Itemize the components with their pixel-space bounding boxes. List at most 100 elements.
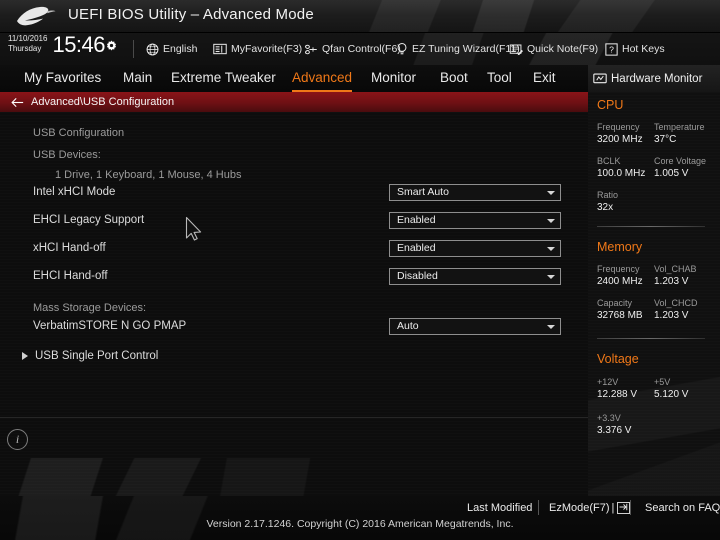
toolbar-label: MyFavorite(F3) [231,43,303,55]
hw-section-voltage: Voltage [597,352,639,366]
toolbar-item-english[interactable]: English [146,33,197,65]
toolbar-label: Qfan Control(F6) [322,43,401,55]
hardware-monitor-header: Hardware Monitor [588,65,720,92]
bios-screen: UEFI BIOS Utility – Advanced Mode 11/10/… [0,0,720,540]
chevron-down-icon [547,324,555,329]
hw-divider [597,226,705,227]
hw-key: +5V [654,377,671,387]
tab-exit[interactable]: Exit [533,65,556,92]
submenu-usb-single-port-control[interactable]: USB Single Port Control [22,350,158,362]
chevron-down-icon [547,218,555,223]
toolbar-item-qfan-control[interactable]: Qfan Control(F6) [303,33,401,65]
favorites-icon [213,43,227,55]
footer-ez-mode-label: EzMode(F7) [549,502,610,514]
toolbar-label: Hot Keys [622,43,665,55]
tab-monitor[interactable]: Monitor [371,65,416,92]
toolbar-item-ez-tuning-wizard[interactable]: EZ Tuning Wizard(F11) [396,33,520,65]
title-bar: UEFI BIOS Utility – Advanced Mode [0,0,720,33]
tab-my-favorites[interactable]: My Favorites [24,65,101,92]
hw-key: Frequency [597,122,640,132]
hw-key: Ratio [597,190,619,200]
hw-value: 12.288 V [597,389,638,400]
app-title: UEFI BIOS Utility – Advanced Mode [68,6,314,23]
hw-value: 1.005 V [654,168,689,179]
dropdown-intel-xhci-mode[interactable]: Smart Auto [389,184,561,201]
breadcrumb[interactable]: Advanced\USB Configuration [0,92,588,112]
tab-advanced[interactable]: Advanced [292,65,353,92]
footer-separator [630,500,631,515]
footer-separator [538,500,539,515]
hw-value: 1.203 V [654,310,689,321]
hw-divider [597,338,705,339]
info-icon[interactable]: i [7,429,28,450]
hw-section-memory: Memory [597,240,643,254]
setting-label-intel-xhci-mode: Intel xHCI Mode [33,186,116,198]
dropdown-value: Smart Auto [397,186,449,198]
hardware-monitor-title: Hardware Monitor [611,72,703,85]
hw-key: Core Voltage [654,156,707,166]
tab-tool[interactable]: Tool [487,65,512,92]
time-text: 15:46 [52,32,106,57]
dropdown-xhci-hand-off[interactable]: Enabled [389,240,561,257]
settings-panel: USB Configuration USB Devices: 1 Drive, … [0,112,588,496]
clock: 11/10/2016 Thursday 15:46 [8,34,117,56]
hw-key: +12V [597,377,619,387]
usb-devices-value: 1 Drive, 1 Keyboard, 1 Mouse, 4 Hubs [55,169,242,181]
dropdown-value: Enabled [397,242,436,254]
copyright-text: Version 2.17.1246. Copyright (C) 2016 Am… [206,518,514,530]
chevron-down-icon [547,246,555,251]
footer-search-faq[interactable]: Search on FAQ [645,498,720,518]
dropdown-verbatim-store[interactable]: Auto [389,318,561,335]
submenu-label: USB Single Port Control [35,350,159,362]
footer-bar: Last Modified EzMode(F7) | Search on FAQ… [0,496,720,540]
toolbar-label: EZ Tuning Wizard(F11) [412,43,520,55]
dropdown-ehci-hand-off[interactable]: Disabled [389,268,561,285]
chevron-right-icon [22,352,28,360]
back-arrow-icon[interactable] [11,97,24,108]
dropdown-value: Auto [397,320,419,332]
globe-icon [146,43,159,55]
gear-icon[interactable] [106,40,117,51]
dropdown-value: Enabled [397,214,436,226]
weekday-text: Thursday [8,43,42,53]
hw-key: +3.3V [597,413,621,423]
setting-label-verbatim-store: VerbatimSTORE N GO PMAP [33,320,187,332]
hw-value: 2400 MHz [597,276,643,287]
tab-extreme-tweaker[interactable]: Extreme Tweaker [171,65,276,92]
usb-devices-label: USB Devices: [33,149,101,161]
rog-logo-icon [17,6,56,26]
hw-value: 32768 MB [597,310,643,321]
lightbulb-icon [397,42,407,55]
footer-ez-mode[interactable]: EzMode(F7) | [549,498,631,518]
question-key-icon: ? [605,42,618,56]
hw-key: Frequency [597,264,640,274]
main-tab-bar: My Favorites Main Extreme Tweaker Advanc… [0,65,588,92]
date-block: 11/10/2016 Thursday [8,34,47,56]
hw-key: Capacity [597,298,633,308]
monitor-icon [593,73,607,83]
toolbar-item-myfavorite[interactable]: MyFavorite(F3) [213,33,302,65]
toolbar-separator [133,40,134,58]
ez-mode-divider: | [611,502,615,514]
dropdown-ehci-legacy-support[interactable]: Enabled [389,212,561,229]
hw-section-cpu: CPU [597,98,624,112]
toolbar-item-hot-keys[interactable]: ? Hot Keys [605,33,665,65]
note-icon [509,43,523,55]
enter-arrow-icon [617,502,631,514]
fan-icon [304,44,317,54]
setting-label-ehci-hand-off: EHCI Hand-off [33,270,108,282]
dropdown-value: Disabled [397,270,438,282]
toolbar-item-quick-note[interactable]: Quick Note(F9) [509,33,598,65]
date-text: 11/10/2016 [8,34,48,43]
tab-main[interactable]: Main [123,65,152,92]
tab-boot[interactable]: Boot [440,65,468,92]
hw-value: 3200 MHz [597,134,643,145]
footer-last-modified[interactable]: Last Modified [467,498,532,518]
setting-label-ehci-legacy-support: EHCI Legacy Support [33,214,145,226]
hw-key: Vol_CHAB [654,264,697,274]
section-title: USB Configuration [33,127,125,139]
toolbar-label: Quick Note(F9) [527,43,599,55]
hw-key: BCLK [597,156,621,166]
hw-value: 32x [597,202,614,213]
hw-key: Vol_CHCD [654,298,698,308]
